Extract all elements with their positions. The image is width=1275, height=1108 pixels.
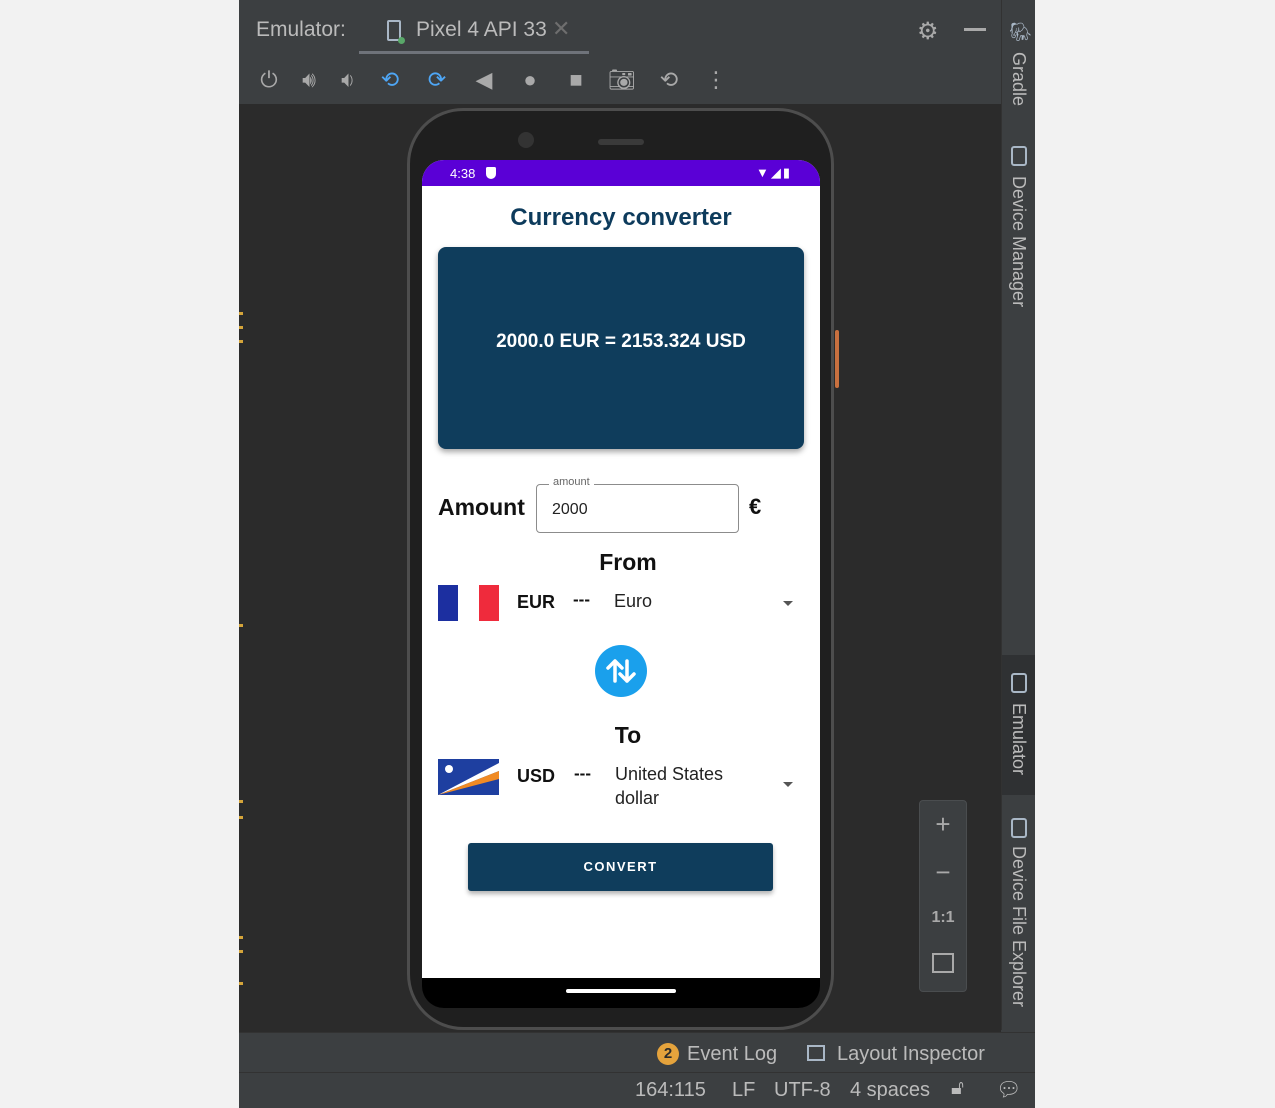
- rotate-left-icon[interactable]: ⟲: [376, 66, 404, 94]
- result-card: 2000.0 EUR = 2153.324 USD: [438, 247, 804, 449]
- to-label: To: [614, 722, 642, 748]
- gradle-icon: 🐘︎: [1009, 22, 1032, 42]
- device-file-explorer-tab-label: Device File Explorer: [1009, 846, 1029, 1008]
- overview-icon[interactable]: ■: [562, 66, 590, 94]
- file-encoding[interactable]: UTF-8: [774, 1079, 831, 1102]
- rotate-right-icon[interactable]: ⟳: [423, 66, 451, 94]
- power-side-button[interactable]: [835, 330, 839, 388]
- close-tab-icon[interactable]: ✕: [552, 16, 570, 42]
- emulator-side-tab[interactable]: Emulator: [1002, 655, 1035, 795]
- volume-down-icon[interactable]: 🔉︎: [334, 66, 362, 94]
- layout-inspector-label: Layout Inspector: [837, 1043, 985, 1065]
- zoom-1to1-button[interactable]: 1:1: [920, 909, 966, 927]
- device-phone-icon: [387, 20, 405, 44]
- swap-button[interactable]: [595, 645, 647, 697]
- convert-button[interactable]: CONVERT: [468, 843, 773, 891]
- tool-window-bar: 2 Event Log Layout Inspector: [239, 1032, 1035, 1072]
- to-separator: ---: [574, 764, 591, 783]
- currency-symbol: €: [749, 494, 762, 519]
- device-tab[interactable]: Pixel 4 API 33 ✕: [359, 0, 589, 54]
- france-flag-icon: [438, 585, 499, 621]
- emulator-label: Emulator:: [256, 18, 346, 41]
- fit-screen-icon[interactable]: [932, 953, 954, 973]
- status-bar: 164:115 LF UTF-8 4 spaces 🔓︎ 💬︎: [239, 1072, 1035, 1108]
- indent-setting[interactable]: 4 spaces: [850, 1079, 930, 1102]
- minimize-icon[interactable]: [964, 28, 986, 31]
- device-file-explorer-tab[interactable]: Device File Explorer: [1002, 812, 1035, 1022]
- emulator-tab-icon: [1011, 673, 1027, 693]
- signal-battery-icons: ▼◢▮: [755, 165, 792, 180]
- layout-inspector-tab[interactable]: Layout Inspector: [807, 1043, 985, 1066]
- amount-label: Amount: [438, 494, 525, 520]
- notifications-icon[interactable]: 💬︎: [996, 1077, 1021, 1102]
- event-log-label: Event Log: [687, 1043, 778, 1065]
- zoom-controls: + − 1:1: [919, 800, 967, 992]
- editor-gutter-markers: [239, 104, 245, 1032]
- phone-nav-area: [422, 978, 820, 1008]
- app-title: Currency converter: [510, 204, 732, 231]
- gradle-tab-label: Gradle: [1009, 52, 1029, 107]
- from-code: EUR: [517, 592, 556, 612]
- from-name: Euro: [614, 591, 653, 611]
- amount-value[interactable]: 2000: [552, 501, 588, 519]
- to-dropdown-caret-icon[interactable]: [783, 782, 793, 787]
- more-icon[interactable]: ⋮: [702, 66, 730, 94]
- phone-screen: 4:38 ▼◢▮ Currency converter 2000.0 EUR =…: [422, 160, 820, 978]
- line-separator[interactable]: LF: [732, 1079, 755, 1102]
- from-dropdown-caret-icon[interactable]: [783, 601, 793, 606]
- from-label: From: [599, 549, 657, 575]
- status-time: 4:38: [450, 166, 476, 181]
- gradle-tab[interactable]: 🐘︎ Gradle: [1002, 20, 1035, 120]
- front-camera: [518, 132, 534, 148]
- to-code: USD: [517, 766, 556, 786]
- emulator-tab-row: Emulator: Pixel 4 API 33 ✕ ⚙: [239, 0, 1001, 58]
- device-manager-tab-label: Device Manager: [1009, 176, 1029, 308]
- back-icon[interactable]: ◀: [470, 66, 498, 94]
- volume-up-icon[interactable]: 🔊︎: [295, 66, 323, 94]
- zoom-in-button[interactable]: +: [920, 809, 966, 840]
- swap-arrows-icon: [606, 659, 636, 683]
- power-icon[interactable]: ⏻: [255, 66, 283, 94]
- caret-position[interactable]: 164:115: [635, 1079, 706, 1102]
- camera-icon[interactable]: 📷︎: [608, 66, 636, 94]
- emulator-side-tab-label: Emulator: [1009, 703, 1029, 776]
- event-log-badge: 2: [657, 1043, 679, 1065]
- amount-hint: amount: [549, 476, 594, 488]
- device-manager-tab[interactable]: Device Manager: [1002, 140, 1035, 320]
- gesture-nav-handle[interactable]: [566, 989, 676, 993]
- snapshot-icon[interactable]: ⟲: [655, 66, 683, 94]
- conversion-result: 2000.0 EUR = 2153.324 USD: [496, 331, 746, 352]
- gear-icon[interactable]: ⚙: [917, 17, 939, 46]
- marshall-islands-flag-icon: [438, 759, 499, 795]
- shield-icon: [486, 167, 496, 179]
- home-icon[interactable]: ●: [516, 66, 544, 94]
- amount-input[interactable]: amount 2000: [536, 476, 739, 533]
- emulator-toolbar: ⏻ 🔊︎ 🔉︎ ⟲ ⟳ ◀ ● ■ 📷︎ ⟲ ⋮: [239, 58, 1001, 104]
- earpiece: [598, 139, 644, 145]
- to-name: United States dollar: [615, 764, 724, 808]
- layout-inspector-icon: [807, 1045, 825, 1061]
- lock-icon[interactable]: 🔓︎: [951, 1077, 964, 1100]
- android-status-bar: 4:38 ▼◢▮: [422, 160, 820, 186]
- from-separator: ---: [573, 590, 590, 609]
- device-file-explorer-icon: [1011, 818, 1027, 838]
- event-log-tab[interactable]: 2 Event Log: [657, 1043, 777, 1066]
- zoom-out-button[interactable]: −: [920, 857, 966, 888]
- right-tool-strip: 🐘︎ Gradle Device Manager Emulator Device…: [1001, 0, 1035, 1030]
- device-manager-icon: [1011, 146, 1027, 166]
- device-tab-label: Pixel 4 API 33: [416, 18, 547, 41]
